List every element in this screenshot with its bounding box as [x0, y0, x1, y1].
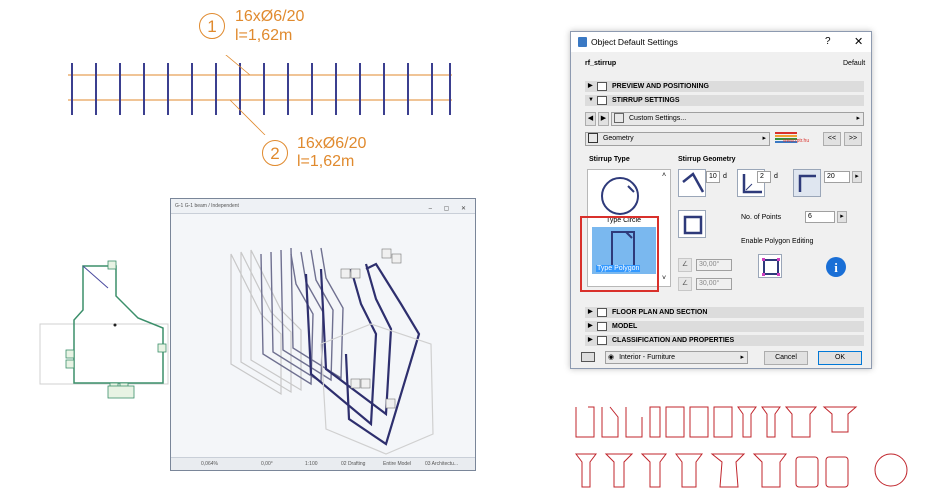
status-structure[interactable]: 03 Architectu... [425, 458, 458, 470]
viewer-3d-window[interactable]: G-1 G-1 beam / Independent – ▢ ✕ 0,064% … [170, 198, 476, 471]
geometry-icon [588, 133, 598, 144]
status-scale[interactable]: 1:100 [305, 458, 318, 470]
layer-dropdown[interactable]: ◉ Interior - Furniture ▸ [605, 351, 748, 364]
scroll-down-icon[interactable]: ˅ [662, 275, 666, 282]
svg-text:i: i [834, 260, 838, 275]
viewer-status-bar: 0,064% 0,00° 1:100 02 Drafting Entire Mo… [171, 457, 475, 470]
collapse-icon: ▼ [588, 97, 594, 103]
viewer-title: G-1 G-1 beam / Independent [175, 203, 239, 209]
help-button[interactable]: ? [825, 32, 831, 52]
expand-icon: ▶ [588, 309, 593, 315]
scroll-up-icon[interactable]: ˄ [662, 172, 666, 179]
callout-2-length: l=1,62m [297, 153, 355, 170]
expand-icon: ▶ [588, 83, 593, 89]
hook-length-input[interactable]: 10 [706, 171, 720, 183]
status-layer[interactable]: 02 Drafting [341, 458, 365, 470]
corner-stepper[interactable]: ▸ [852, 171, 862, 183]
viewer-title-bar: G-1 G-1 beam / Independent – ▢ ✕ [171, 199, 475, 214]
angle-2-input[interactable]: 30,00° [696, 278, 732, 290]
expand-icon: ▶ [588, 323, 593, 329]
rebar-elevation-drawing [68, 55, 452, 135]
stirrup-geometry-label: Stirrup Geometry [678, 156, 736, 163]
stirrup-type-label: Stirrup Type [589, 156, 630, 163]
dialog-title: Object Default Settings [591, 37, 678, 47]
num-points-stepper[interactable]: ▸ [837, 211, 847, 223]
page-prev-button[interactable]: << [823, 132, 841, 146]
callout-1-number: 1 [199, 13, 225, 39]
stirrup-shape-library [575, 406, 908, 488]
polygon-edit-icon[interactable] [758, 254, 782, 278]
stirrup-3d-view[interactable] [171, 214, 475, 459]
chevron-right-icon: ▸ [740, 354, 744, 361]
stirrup-plan-drawing [39, 260, 169, 399]
callout-1-length: l=1,62m [235, 27, 293, 44]
object-settings-dialog: Object Default Settings ? ✕ rf_stirrup D… [570, 31, 872, 369]
enable-polygon-label: Enable Polygon Editing [741, 238, 814, 245]
status-angle[interactable]: 0,00° [261, 458, 273, 470]
layer-icon [581, 352, 595, 362]
hook-unit-label: d [723, 173, 727, 180]
model-icon [597, 322, 607, 331]
floor-plan-icon [597, 308, 607, 317]
stirrup-settings-icon [597, 96, 607, 105]
custom-settings-dropdown[interactable]: Custom Settings... ▸ [611, 112, 864, 126]
selection-highlight [580, 216, 659, 292]
section-preview[interactable]: ▶ PREVIEW AND POSITIONING [585, 81, 864, 92]
callout-2-number: 2 [262, 140, 288, 166]
angle-1-input[interactable]: 30,00° [696, 259, 732, 271]
bend-unit-label: d [774, 173, 778, 180]
angle-2-icon[interactable]: ∠ [678, 277, 692, 291]
classification-icon [597, 336, 607, 345]
object-name: rf_stirrup [585, 60, 617, 67]
callout-2-spec: 16xØ6/20 [297, 135, 367, 152]
info-icon[interactable]: i [825, 256, 847, 278]
status-model[interactable]: Entire Model [383, 458, 411, 470]
corner-length-input[interactable]: 20 [824, 171, 850, 183]
eye-icon: ◉ [608, 354, 615, 361]
app-icon [578, 37, 587, 47]
section-floor-plan[interactable]: ▶ FLOOR PLAN AND SECTION [585, 307, 864, 318]
page-next-button[interactable]: >> [844, 132, 862, 146]
expand-icon: ▶ [588, 337, 593, 343]
next-arrow-button[interactable]: ▶ [598, 112, 609, 126]
close-button[interactable]: ✕ [854, 32, 863, 52]
brand-logo: www.rptr.hu [775, 131, 819, 147]
circle-stirrup-icon[interactable] [598, 174, 642, 218]
callout-1-spec: 16xØ6/20 [235, 8, 305, 25]
window-controls[interactable]: – ▢ ✕ [429, 202, 471, 216]
prev-arrow-button[interactable]: ◀ [585, 112, 596, 126]
bend-input[interactable]: 2 [757, 171, 771, 183]
chevron-right-icon: ▸ [762, 135, 766, 142]
ok-button[interactable]: OK [818, 351, 862, 365]
corner-icon[interactable] [793, 169, 821, 197]
square-icon[interactable] [678, 210, 706, 238]
num-points-label: No. of Points [741, 214, 782, 221]
section-stirrup[interactable]: ▼ STIRRUP SETTINGS [585, 95, 864, 106]
settings-icon [614, 113, 624, 124]
hook-angle-icon[interactable] [678, 169, 706, 197]
preview-icon [597, 82, 607, 91]
chevron-right-icon: ▸ [856, 115, 860, 122]
angle-1-icon[interactable]: ∠ [678, 258, 692, 272]
section-model[interactable]: ▶ MODEL [585, 321, 864, 332]
cancel-button[interactable]: Cancel [764, 351, 808, 365]
section-classification[interactable]: ▶ CLASSIFICATION AND PROPERTIES [585, 335, 864, 346]
default-label: Default [843, 60, 866, 67]
status-zoom[interactable]: 0,064% [201, 458, 218, 470]
page-selector[interactable]: Geometry ▸ [585, 132, 770, 146]
num-points-input[interactable]: 6 [805, 211, 835, 223]
dialog-title-bar: Object Default Settings ? ✕ [571, 32, 871, 52]
